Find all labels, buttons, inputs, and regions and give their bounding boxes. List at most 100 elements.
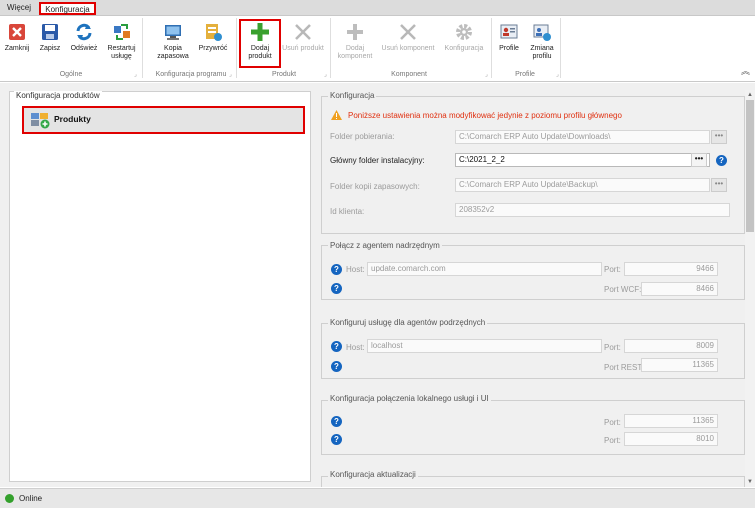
refresh-button[interactable]: Odśwież [66, 20, 102, 72]
group-label-program-config: Konfiguracja programu [155, 71, 227, 78]
change-profile-label-2: profilu [532, 53, 552, 60]
ribbon-tab-bar [0, 0, 755, 16]
warning-message: Poniższe ustawienia można modyfikować je… [348, 111, 622, 120]
ribbon-separator [330, 18, 331, 78]
parent-portwcf-label: Port WCF: [604, 285, 642, 294]
group-label-profiles: Profile [515, 71, 535, 78]
profile-card-icon [500, 24, 518, 39]
add-component-button[interactable]: Dodaj komponent [334, 20, 376, 72]
local-port2-field[interactable]: 8010 [624, 432, 718, 446]
profiles-button[interactable]: Profile [494, 20, 524, 72]
component-config-label: Konfiguracja [444, 45, 484, 52]
group-launcher-icon[interactable]: ⌟ [229, 71, 232, 78]
tab-config[interactable]: Konfiguracja [39, 2, 96, 15]
backup-button[interactable]: Kopia zapasowa [152, 20, 194, 72]
browse-install-button[interactable]: ••• [691, 153, 707, 167]
group-launcher-icon[interactable]: ⌟ [324, 71, 327, 78]
help-icon[interactable]: ? [716, 155, 727, 166]
child-host-field[interactable]: localhost [367, 339, 602, 353]
backup-label-2: zapasowa [157, 53, 189, 60]
remove-product-button[interactable]: Usuń produkt [281, 20, 325, 72]
help-icon[interactable]: ? [331, 434, 342, 445]
restart-service-button[interactable]: Restartuj usługę [103, 20, 140, 72]
local-connection-title: Konfiguracja połączenia lokalnego usługi… [328, 394, 491, 403]
help-icon[interactable]: ? [331, 341, 342, 352]
collapse-ribbon-icon[interactable]: ︽ [740, 66, 751, 77]
scroll-up-icon[interactable]: ▲ [745, 90, 755, 100]
child-port-label: Port: [604, 343, 621, 352]
profiles-label: Profile [499, 45, 519, 52]
remove-x-icon [400, 24, 416, 40]
help-icon[interactable]: ? [331, 361, 342, 372]
restart-label-2: usługę [111, 53, 132, 60]
products-icon [31, 113, 50, 129]
restart-service-icon [113, 24, 130, 40]
restore-label: Przywróć [198, 45, 228, 52]
change-profile-label-1: Zmiana [530, 45, 554, 52]
warning-icon [331, 110, 342, 120]
backup-folder-field[interactable]: C:\Comarch ERP Auto Update\Backup\ [455, 178, 710, 192]
restore-button[interactable]: Przywróć [195, 20, 231, 72]
add-component-label-1: Dodaj [345, 45, 365, 52]
close-button[interactable]: Zamknij [2, 20, 32, 72]
download-folder-field[interactable]: C:\Comarch ERP Auto Update\Downloads\ [455, 130, 710, 144]
help-icon[interactable]: ? [331, 416, 342, 427]
products-panel [9, 91, 311, 482]
restart-label-1: Restartuj [107, 45, 136, 52]
parent-portwcf-field[interactable]: 8466 [641, 282, 718, 296]
parent-port-field[interactable]: 9466 [624, 262, 718, 276]
client-id-label: Id klienta: [330, 207, 365, 216]
settings-panel: Konfiguracja Poniższe ustawienia można m… [318, 90, 745, 487]
online-status-icon [5, 494, 14, 503]
save-label: Zapisz [39, 45, 61, 52]
close-label: Zamknij [4, 45, 30, 52]
parent-host-field[interactable]: update.comarch.com [367, 262, 602, 276]
update-config-title: Konfiguracja aktualizacji [328, 470, 418, 479]
browse-backup-button[interactable]: ••• [711, 178, 727, 192]
tree-item-products[interactable]: Produkty [22, 106, 305, 134]
client-id-field[interactable]: 208352v2 [455, 203, 730, 217]
remove-component-label: Usuń komponent [381, 45, 435, 52]
close-icon [9, 24, 25, 40]
group-label-general: Ogólne [59, 71, 83, 78]
change-profile-icon [533, 24, 551, 41]
group-label-component: Komponent [391, 71, 427, 78]
local-port1-field[interactable]: 11365 [624, 414, 718, 428]
group-launcher-icon[interactable]: ⌟ [485, 71, 488, 78]
status-text: Online [19, 494, 43, 503]
floppy-icon [42, 24, 58, 40]
ribbon-separator [236, 18, 237, 78]
tab-more[interactable]: Więcej [3, 2, 35, 15]
config-group-title: Konfiguracja [328, 91, 377, 100]
local-port2-label: Port: [604, 436, 621, 445]
remove-x-icon [295, 24, 311, 40]
component-config-button[interactable]: Konfiguracja [440, 20, 488, 72]
help-icon[interactable]: ? [331, 264, 342, 275]
group-launcher-icon[interactable]: ⌟ [556, 71, 559, 78]
install-folder-field[interactable]: C:\2021_2_2 [455, 153, 710, 167]
browse-download-button[interactable]: ••• [711, 130, 727, 144]
add-product-highlight [239, 19, 281, 68]
install-folder-label: Główny folder instalacyjny: [330, 156, 425, 165]
plus-icon [347, 24, 363, 40]
status-bar [0, 488, 755, 508]
local-port1-label: Port: [604, 418, 621, 427]
group-label-product: Produkt [271, 71, 297, 78]
child-portrest-field[interactable]: 11365 [641, 358, 718, 372]
group-launcher-icon[interactable]: ⌟ [134, 71, 137, 78]
change-profile-button[interactable]: Zmiana profilu [526, 20, 558, 72]
save-button[interactable]: Zapisz [35, 20, 65, 72]
backup-icon [165, 25, 181, 40]
help-icon[interactable]: ? [331, 283, 342, 294]
parent-host-label: Host: [346, 265, 365, 274]
child-portrest-label: Port REST: [604, 363, 644, 372]
child-port-field[interactable]: 8009 [624, 339, 718, 353]
download-folder-label: Folder pobierania: [330, 132, 395, 141]
scrollbar-thumb[interactable] [746, 100, 754, 232]
refresh-label: Odśwież [70, 45, 98, 52]
ribbon-separator [142, 18, 143, 78]
add-component-label-2: komponent [337, 53, 373, 60]
ribbon-separator [560, 18, 561, 78]
remove-component-button[interactable]: Usuń komponent [378, 20, 438, 72]
scroll-down-icon[interactable]: ▼ [745, 477, 755, 487]
